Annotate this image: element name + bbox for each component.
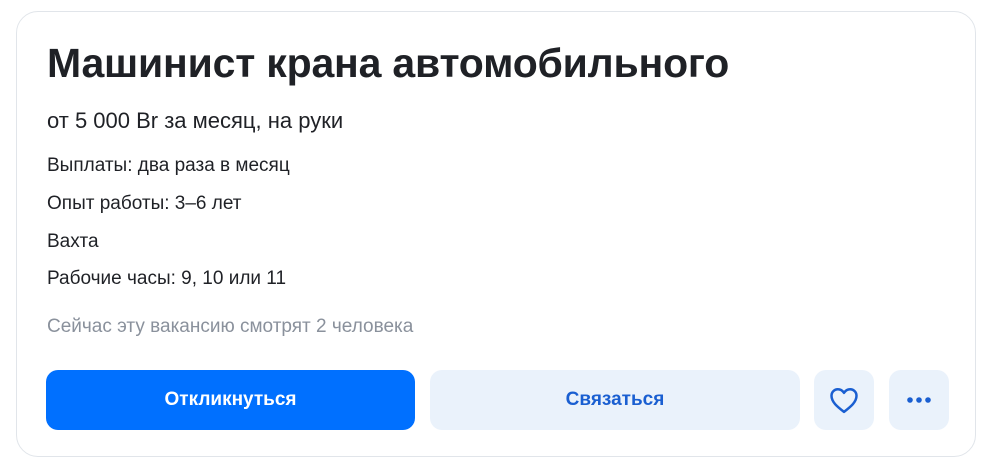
favorite-button[interactable] — [814, 370, 874, 430]
salary-text: от 5 000 Br за месяц, на руки — [47, 108, 344, 133]
contact-button-label: Связаться — [565, 389, 665, 410]
detail-work-hours: Рабочие часы: 9, 10 или 11 — [47, 268, 287, 289]
more-options-button[interactable] — [889, 370, 949, 430]
detail-payments: Выплаты: два раза в месяц — [47, 155, 290, 176]
detail-schedule: Вахта — [47, 231, 99, 252]
detail-experience: Опыт работы: 3–6 лет — [47, 193, 242, 214]
viewers-count-text: Сейчас эту вакансию смотрят 2 человека — [47, 316, 414, 337]
vacancy-title: Машинист крана автомобильного — [47, 40, 730, 86]
more-dots-icon — [906, 396, 932, 404]
respond-button[interactable]: Откликнуться — [46, 370, 415, 430]
heart-icon — [829, 386, 859, 414]
contact-button[interactable]: Связаться — [430, 370, 800, 430]
vacancy-card: Машинист крана автомобильного от 5 000 B… — [16, 11, 976, 457]
respond-button-label: Откликнуться — [164, 389, 297, 410]
